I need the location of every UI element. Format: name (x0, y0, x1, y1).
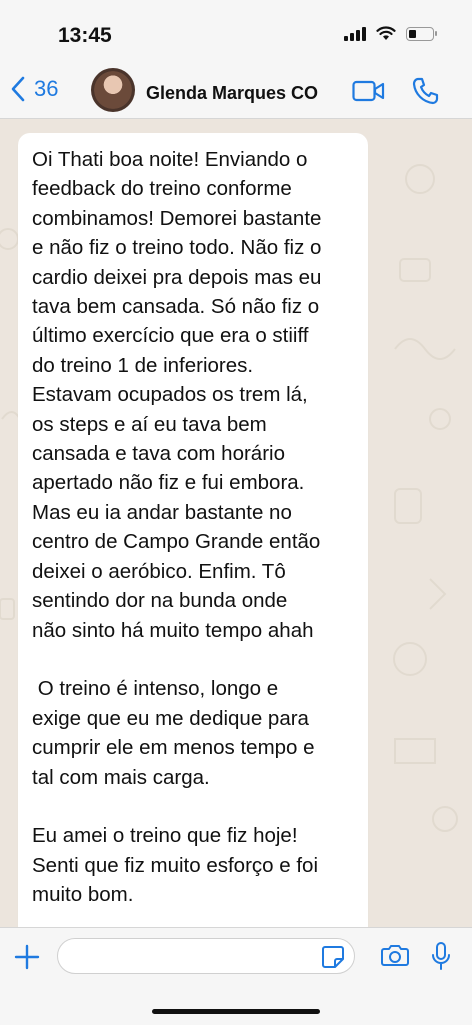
battery-icon (406, 26, 437, 41)
voice-message-button[interactable] (431, 941, 451, 976)
status-icons (344, 26, 437, 41)
incoming-message-bubble[interactable]: Oi Thati boa noite! Enviando o feedback … (18, 133, 368, 927)
unread-count: 36 (34, 76, 59, 101)
attach-button[interactable] (14, 944, 40, 975)
status-time: 13:45 (58, 24, 112, 47)
wifi-icon (376, 26, 396, 40)
sticker-button[interactable] (321, 945, 345, 974)
composer-bar (0, 927, 472, 1025)
video-call-button[interactable] (352, 79, 385, 108)
microphone-icon (432, 942, 450, 970)
home-indicator[interactable] (152, 1009, 320, 1014)
message-text: Oi Thati boa noite! Enviando o feedback … (32, 148, 322, 907)
avatar[interactable] (91, 68, 135, 112)
contact-name[interactable]: Glenda Marques CO (146, 83, 318, 104)
camera-icon (381, 945, 409, 966)
chevron-left-icon (11, 76, 25, 102)
status-bar: 13:45 (0, 0, 472, 66)
plus-icon (14, 944, 40, 970)
phone-icon (412, 77, 439, 105)
camera-button[interactable] (381, 943, 409, 972)
video-camera-icon (352, 80, 385, 102)
chat-area[interactable]: Oi Thati boa noite! Enviando o feedback … (0, 119, 472, 927)
cellular-signal-icon (344, 26, 366, 41)
message-input[interactable] (57, 938, 355, 974)
voice-call-button[interactable] (412, 76, 440, 111)
back-button[interactable]: 36 (10, 76, 58, 102)
chat-header: 36 Glenda Marques CO (0, 66, 472, 119)
sticker-icon (322, 946, 344, 968)
